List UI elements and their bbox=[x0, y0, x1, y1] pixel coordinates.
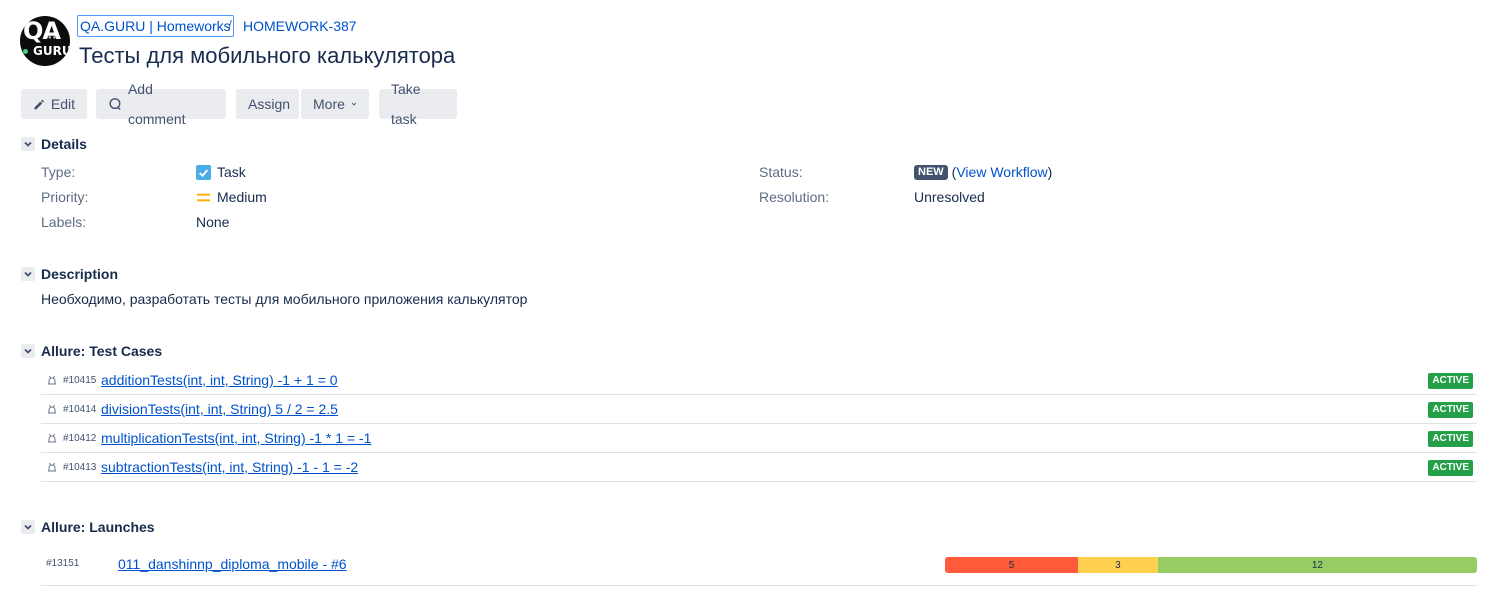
status-value: NEW (View Workflow) bbox=[914, 164, 1052, 180]
test-case-link[interactable]: subtractionTests(int, int, String) -1 - … bbox=[101, 459, 358, 475]
test-case-link[interactable]: divisionTests(int, int, String) 5 / 2 = … bbox=[101, 401, 338, 417]
test-cases-heading: Allure: Test Cases bbox=[41, 343, 163, 359]
more-button-label: More bbox=[313, 96, 345, 112]
edit-button-label: Edit bbox=[50, 96, 75, 112]
type-value: Task bbox=[196, 164, 246, 180]
page-title: Тесты для мобильного калькулятора bbox=[79, 43, 456, 68]
logo-dot-icon bbox=[23, 49, 28, 54]
add-comment-button-label: Add comment bbox=[127, 81, 186, 127]
chevron-down-icon bbox=[21, 344, 35, 358]
task-checkbox-icon bbox=[196, 164, 211, 180]
status-lozenge: NEW bbox=[914, 164, 948, 180]
comment-icon bbox=[109, 98, 121, 111]
priority-label: Priority: bbox=[41, 189, 89, 205]
launches-heading: Allure: Launches bbox=[41, 519, 155, 535]
breadcrumb-issue-key[interactable]: HOMEWORK-387 bbox=[243, 16, 357, 36]
test-case-id: #10413 bbox=[63, 461, 97, 473]
test-case-id: #10414 bbox=[63, 403, 97, 415]
launch-stats-bar[interactable]: 5 3 12 bbox=[945, 557, 1477, 573]
more-button[interactable]: More bbox=[301, 89, 369, 119]
test-case-icon bbox=[48, 375, 56, 385]
breadcrumb-project[interactable]: QA.GURU | Homeworks bbox=[77, 15, 234, 37]
pencil-icon bbox=[34, 99, 45, 109]
test-case-id: #10412 bbox=[63, 432, 97, 444]
broken-count: 3 bbox=[1078, 557, 1158, 573]
test-case-row: #10414 divisionTests(int, int, String) 5… bbox=[41, 395, 1477, 424]
add-comment-button[interactable]: Add comment bbox=[96, 81, 226, 127]
passed-count: 12 bbox=[1157, 557, 1477, 573]
status-badge: ACTIVE bbox=[1428, 431, 1473, 447]
test-case-row: #10412 multiplicationTests(int, int, Str… bbox=[41, 424, 1477, 453]
resolution-value: Unresolved bbox=[914, 189, 985, 205]
status-badge: ACTIVE bbox=[1428, 373, 1473, 389]
project-avatar[interactable]: QA ●● GURU bbox=[20, 16, 70, 66]
launches-section-toggle[interactable]: Allure: Launches bbox=[21, 519, 155, 535]
type-label: Type: bbox=[41, 164, 76, 180]
assign-button-label: Assign bbox=[248, 96, 291, 112]
take-task-button-label: Take task bbox=[391, 81, 421, 127]
details-heading: Details bbox=[41, 136, 87, 152]
description-heading: Description bbox=[41, 266, 119, 282]
status-badge: ACTIVE bbox=[1428, 460, 1473, 476]
launch-row: #13151 011_danshinnp_diploma_mobile - #6… bbox=[41, 548, 1477, 586]
test-case-link[interactable]: multiplicationTests(int, int, String) -1… bbox=[101, 430, 371, 446]
labels-value: None bbox=[196, 214, 230, 230]
test-case-icon bbox=[48, 433, 56, 443]
test-cases-section-toggle[interactable]: Allure: Test Cases bbox=[21, 343, 162, 359]
description-section-toggle[interactable]: Description bbox=[21, 266, 118, 282]
view-workflow-link[interactable]: View Workflow bbox=[956, 164, 1047, 180]
test-case-link[interactable]: additionTests(int, int, String) -1 + 1 =… bbox=[101, 372, 338, 388]
priority-value-text: Medium bbox=[217, 189, 267, 205]
chevron-down-icon bbox=[351, 102, 357, 106]
test-case-row: #10413 subtractionTests(int, int, String… bbox=[41, 453, 1477, 482]
description-text: Необходимо, разработать тесты для мобиль… bbox=[41, 291, 528, 307]
test-case-id: #10415 bbox=[63, 374, 97, 386]
status-badge: ACTIVE bbox=[1428, 402, 1473, 418]
test-case-icon bbox=[48, 404, 56, 414]
logo-eyes-icon: ●● bbox=[48, 35, 58, 41]
launch-id: #13151 bbox=[46, 558, 80, 569]
details-section-toggle[interactable]: Details bbox=[21, 136, 87, 152]
failed-count: 5 bbox=[945, 557, 1078, 573]
take-task-button[interactable]: Take task bbox=[379, 81, 457, 127]
breadcrumb-separator: / bbox=[228, 17, 232, 33]
assign-button[interactable]: Assign bbox=[236, 89, 299, 119]
edit-button[interactable]: Edit bbox=[21, 89, 87, 119]
test-case-icon bbox=[48, 462, 56, 472]
status-label: Status: bbox=[759, 164, 803, 180]
chevron-down-icon bbox=[21, 267, 35, 281]
chevron-down-icon bbox=[21, 137, 35, 151]
test-case-row: #10415 additionTests(int, int, String) -… bbox=[41, 366, 1477, 395]
priority-medium-icon bbox=[196, 193, 211, 201]
resolution-label: Resolution: bbox=[759, 189, 830, 205]
chevron-down-icon bbox=[21, 520, 35, 534]
type-value-text: Task bbox=[217, 164, 246, 180]
labels-label: Labels: bbox=[41, 214, 87, 230]
launch-link[interactable]: 011_danshinnp_diploma_mobile - #6 bbox=[118, 556, 347, 572]
logo-text-bottom: GURU bbox=[33, 44, 70, 58]
priority-value: Medium bbox=[196, 189, 267, 205]
